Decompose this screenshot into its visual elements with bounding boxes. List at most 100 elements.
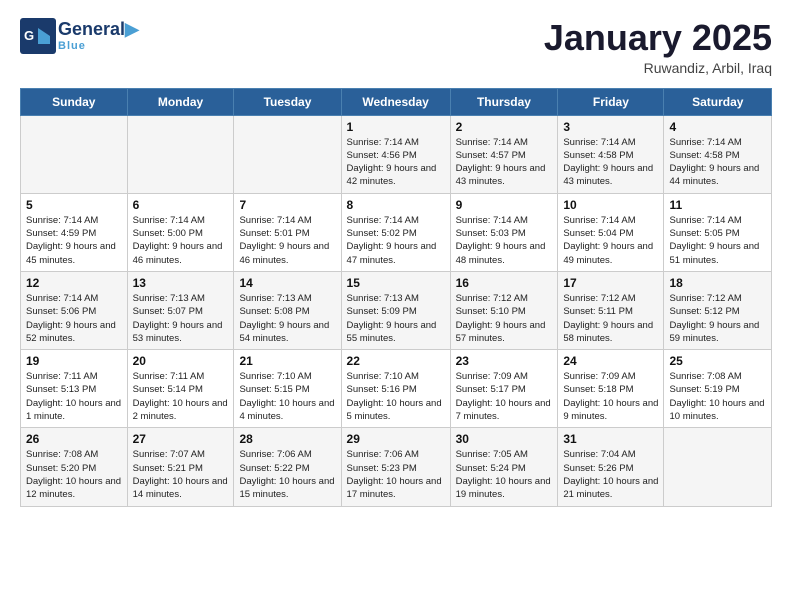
calendar-week-row: 5Sunrise: 7:14 AM Sunset: 4:59 PM Daylig… (21, 193, 772, 271)
table-row (234, 115, 341, 193)
table-row: 30 Sunrise: 7:05 AM Sunset: 5:24 PM Dayli… (450, 428, 558, 506)
calendar-week-row: 1Sunrise: 7:14 AM Sunset: 4:56 PM Daylig… (21, 115, 772, 193)
day-number: 11 (669, 198, 766, 212)
table-row: 6 Sunrise: 7:14 AM Sunset: 5:00 PM Daylig… (127, 193, 234, 271)
day-info: Sunrise: 7:14 AM Sunset: 5:06 PM Dayligh… (26, 292, 122, 345)
day-info: Sunrise: 7:11 AM Sunset: 5:13 PM Dayligh… (26, 370, 122, 423)
day-info: Sunrise: 7:04 AM Sunset: 5:26 PM Dayligh… (563, 448, 658, 501)
calendar-week-row: 26Sunrise: 7:08 AM Sunset: 5:20 PM Dayli… (21, 428, 772, 506)
day-number: 12 (26, 276, 122, 290)
col-saturday: Saturday (664, 88, 772, 115)
day-info: Sunrise: 7:14 AM Sunset: 5:02 PM Dayligh… (347, 214, 445, 267)
col-friday: Friday (558, 88, 664, 115)
day-info: Sunrise: 7:12 AM Sunset: 5:11 PM Dayligh… (563, 292, 658, 345)
day-number: 13 (133, 276, 229, 290)
day-number: 28 (239, 432, 335, 446)
table-row: 23 Sunrise: 7:09 AM Sunset: 5:17 PM Dayli… (450, 350, 558, 428)
table-row: 24 Sunrise: 7:09 AM Sunset: 5:18 PM Dayli… (558, 350, 664, 428)
col-tuesday: Tuesday (234, 88, 341, 115)
calendar-week-row: 19 Sunrise: 7:11 AM Sunset: 5:13 PM Dayli… (21, 350, 772, 428)
day-info: Sunrise: 7:14 AM Sunset: 5:00 PM Dayligh… (133, 214, 229, 267)
table-row (21, 115, 128, 193)
table-row: 9 Sunrise: 7:14 AM Sunset: 5:03 PM Daylig… (450, 193, 558, 271)
day-info: Sunrise: 7:14 AM Sunset: 5:01 PM Dayligh… (239, 214, 335, 267)
table-row: 26Sunrise: 7:08 AM Sunset: 5:20 PM Dayli… (21, 428, 128, 506)
day-number: 18 (669, 276, 766, 290)
day-number: 7 (239, 198, 335, 212)
day-number: 10 (563, 198, 658, 212)
day-number: 25 (669, 354, 766, 368)
day-info: Sunrise: 7:06 AM Sunset: 5:23 PM Dayligh… (347, 448, 445, 501)
table-row: 19 Sunrise: 7:11 AM Sunset: 5:13 PM Dayli… (21, 350, 128, 428)
table-row: 4 Sunrise: 7:14 AM Sunset: 4:58 PM Daylig… (664, 115, 772, 193)
day-info: Sunrise: 7:13 AM Sunset: 5:07 PM Dayligh… (133, 292, 229, 345)
day-info: Sunrise: 7:13 AM Sunset: 5:09 PM Dayligh… (347, 292, 445, 345)
day-number: 17 (563, 276, 658, 290)
day-number: 16 (456, 276, 553, 290)
col-sunday: Sunday (21, 88, 128, 115)
day-number: 6 (133, 198, 229, 212)
col-wednesday: Wednesday (341, 88, 450, 115)
day-number: 15 (347, 276, 445, 290)
day-number: 14 (239, 276, 335, 290)
day-info: Sunrise: 7:14 AM Sunset: 5:05 PM Dayligh… (669, 214, 766, 267)
day-number: 23 (456, 354, 553, 368)
table-row: 16 Sunrise: 7:12 AM Sunset: 5:10 PM Dayli… (450, 271, 558, 349)
table-row: 31 Sunrise: 7:04 AM Sunset: 5:26 PM Dayli… (558, 428, 664, 506)
table-row: 22 Sunrise: 7:10 AM Sunset: 5:16 PM Dayli… (341, 350, 450, 428)
day-info: Sunrise: 7:05 AM Sunset: 5:24 PM Dayligh… (456, 448, 553, 501)
col-thursday: Thursday (450, 88, 558, 115)
day-info: Sunrise: 7:14 AM Sunset: 4:57 PM Dayligh… (456, 136, 553, 189)
day-number: 19 (26, 354, 122, 368)
day-info: Sunrise: 7:13 AM Sunset: 5:08 PM Dayligh… (239, 292, 335, 345)
table-row (664, 428, 772, 506)
table-row: 17 Sunrise: 7:12 AM Sunset: 5:11 PM Dayli… (558, 271, 664, 349)
day-number: 2 (456, 120, 553, 134)
day-info: Sunrise: 7:08 AM Sunset: 5:19 PM Dayligh… (669, 370, 766, 423)
table-row: 25 Sunrise: 7:08 AM Sunset: 5:19 PM Dayli… (664, 350, 772, 428)
day-number: 24 (563, 354, 658, 368)
day-info: Sunrise: 7:06 AM Sunset: 5:22 PM Dayligh… (239, 448, 335, 501)
table-row: 15 Sunrise: 7:13 AM Sunset: 5:09 PM Dayli… (341, 271, 450, 349)
day-info: Sunrise: 7:10 AM Sunset: 5:15 PM Dayligh… (239, 370, 335, 423)
table-row: 1Sunrise: 7:14 AM Sunset: 4:56 PM Daylig… (341, 115, 450, 193)
day-number: 9 (456, 198, 553, 212)
day-number: 29 (347, 432, 445, 446)
day-info: Sunrise: 7:12 AM Sunset: 5:10 PM Dayligh… (456, 292, 553, 345)
day-info: Sunrise: 7:14 AM Sunset: 5:04 PM Dayligh… (563, 214, 658, 267)
day-info: Sunrise: 7:14 AM Sunset: 4:59 PM Dayligh… (26, 214, 122, 267)
day-number: 21 (239, 354, 335, 368)
day-info: Sunrise: 7:09 AM Sunset: 5:17 PM Dayligh… (456, 370, 553, 423)
logo: G General▶ Blue (20, 18, 139, 54)
day-number: 30 (456, 432, 553, 446)
table-row: 13 Sunrise: 7:13 AM Sunset: 5:07 PM Dayli… (127, 271, 234, 349)
table-row: 11 Sunrise: 7:14 AM Sunset: 5:05 PM Dayli… (664, 193, 772, 271)
col-monday: Monday (127, 88, 234, 115)
table-row: 2 Sunrise: 7:14 AM Sunset: 4:57 PM Daylig… (450, 115, 558, 193)
calendar-week-row: 12 Sunrise: 7:14 AM Sunset: 5:06 PM Dayli… (21, 271, 772, 349)
table-row (127, 115, 234, 193)
table-row: 18 Sunrise: 7:12 AM Sunset: 5:12 PM Dayli… (664, 271, 772, 349)
day-info: Sunrise: 7:12 AM Sunset: 5:12 PM Dayligh… (669, 292, 766, 345)
day-info: Sunrise: 7:14 AM Sunset: 4:58 PM Dayligh… (669, 136, 766, 189)
day-number: 4 (669, 120, 766, 134)
page: G General▶ Blue January 2025 Ruwandiz, A… (0, 0, 792, 517)
day-number: 31 (563, 432, 658, 446)
day-number: 20 (133, 354, 229, 368)
day-info: Sunrise: 7:14 AM Sunset: 5:03 PM Dayligh… (456, 214, 553, 267)
table-row: 8Sunrise: 7:14 AM Sunset: 5:02 PM Daylig… (341, 193, 450, 271)
header: G General▶ Blue January 2025 Ruwandiz, A… (20, 18, 772, 76)
table-row: 14 Sunrise: 7:13 AM Sunset: 5:08 PM Dayli… (234, 271, 341, 349)
logo-text: General▶ (58, 20, 139, 40)
day-info: Sunrise: 7:09 AM Sunset: 5:18 PM Dayligh… (563, 370, 658, 423)
table-row: 20Sunrise: 7:11 AM Sunset: 5:14 PM Dayli… (127, 350, 234, 428)
day-info: Sunrise: 7:10 AM Sunset: 5:16 PM Dayligh… (347, 370, 445, 423)
calendar-table: Sunday Monday Tuesday Wednesday Thursday… (20, 88, 772, 507)
day-info: Sunrise: 7:14 AM Sunset: 4:56 PM Dayligh… (347, 136, 445, 189)
day-info: Sunrise: 7:07 AM Sunset: 5:21 PM Dayligh… (133, 448, 229, 501)
table-row: 29 Sunrise: 7:06 AM Sunset: 5:23 PM Dayli… (341, 428, 450, 506)
svg-text:G: G (24, 28, 34, 43)
day-number: 22 (347, 354, 445, 368)
day-number: 3 (563, 120, 658, 134)
day-number: 27 (133, 432, 229, 446)
